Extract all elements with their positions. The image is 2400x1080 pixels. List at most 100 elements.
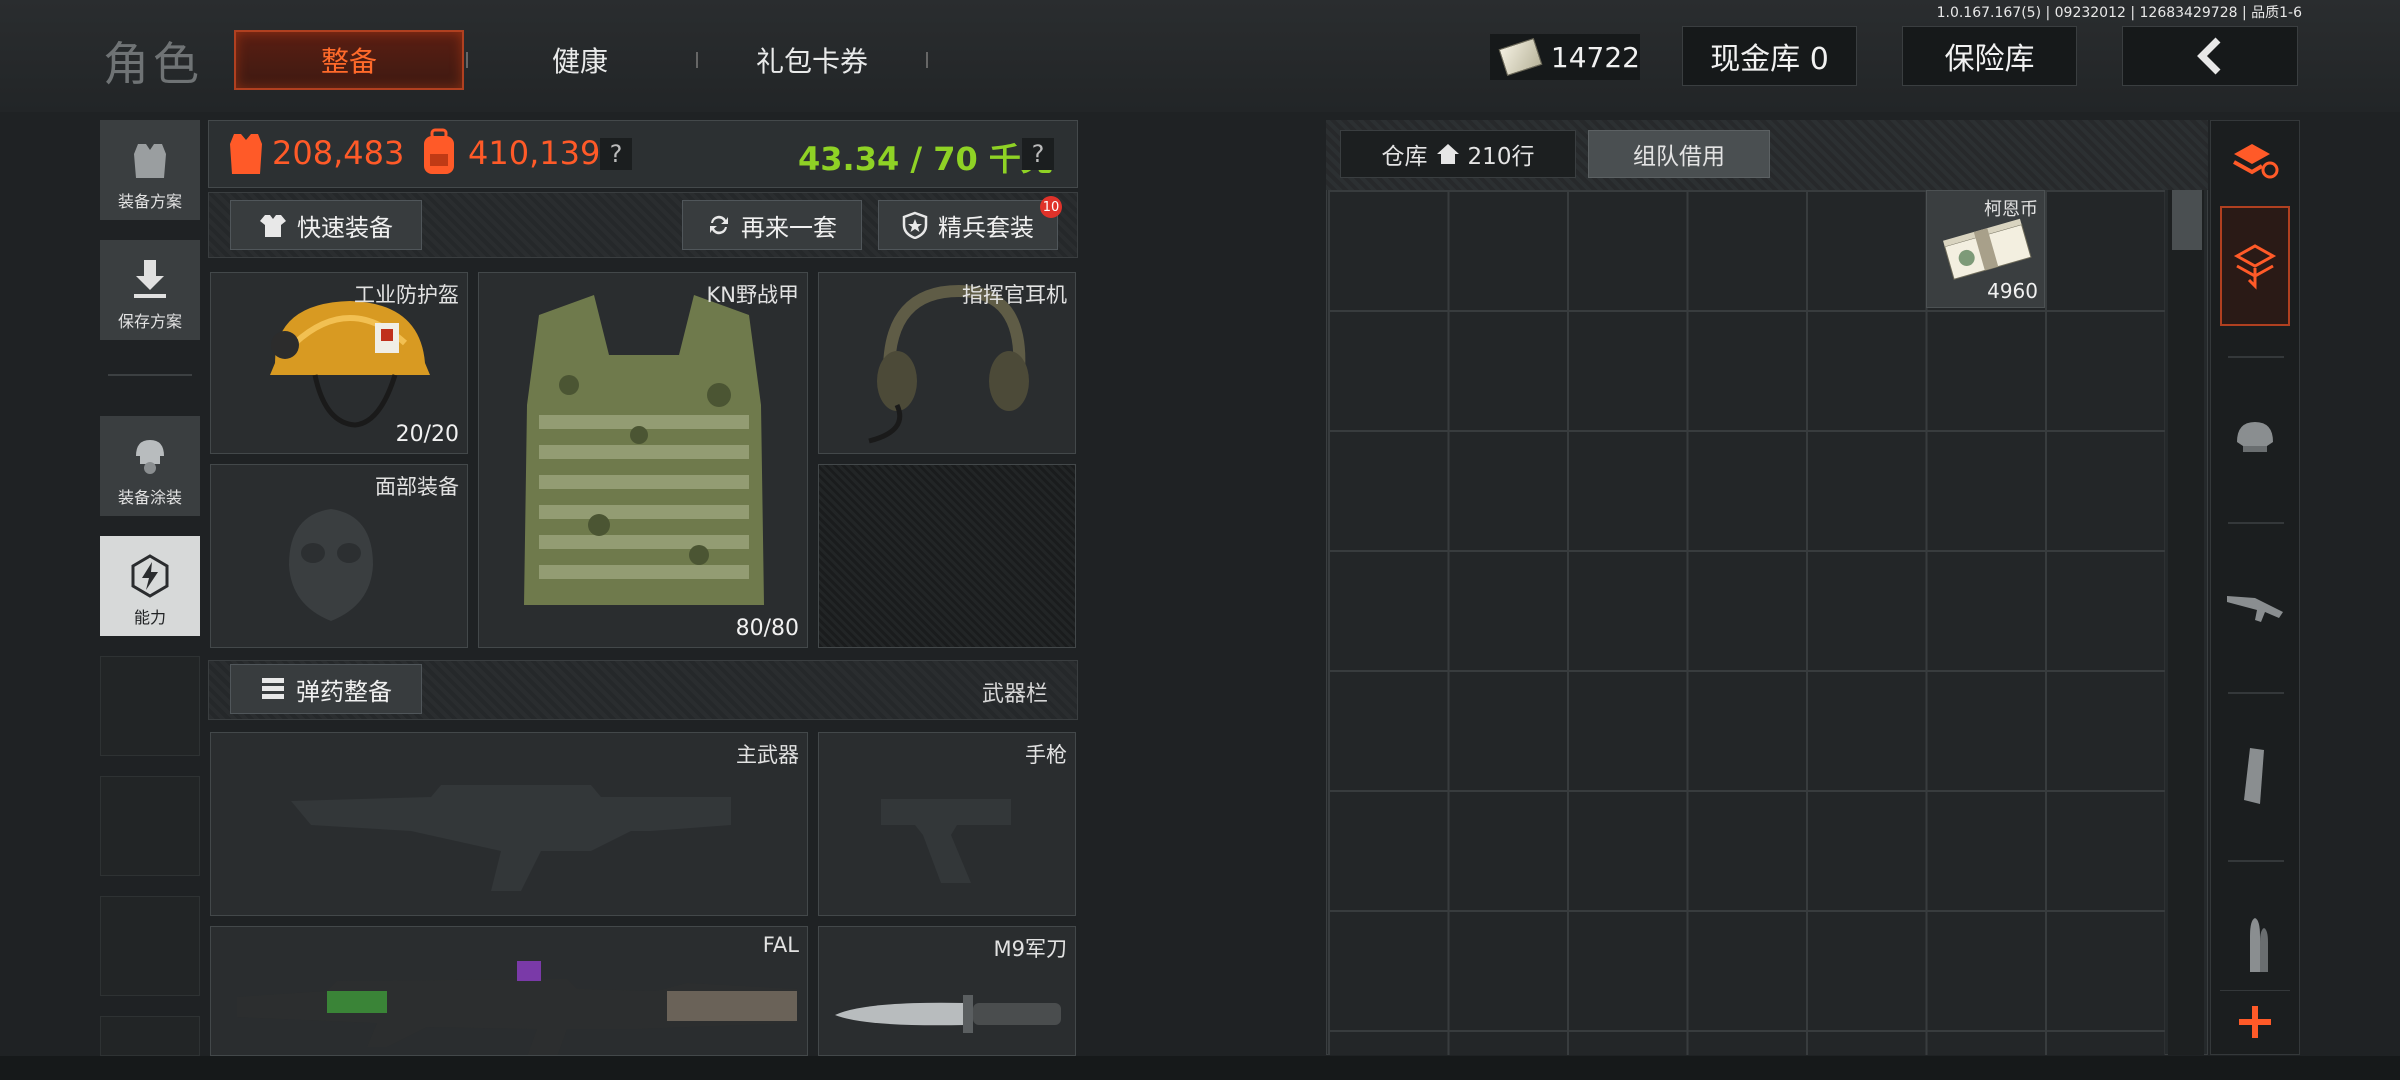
- ammo-equip-label: 弹药整备: [296, 677, 392, 706]
- fal-rifle-image: [237, 961, 797, 1055]
- tab-gift-cards[interactable]: 礼包卡券: [712, 30, 912, 90]
- refresh-icon: [710, 215, 728, 235]
- pistol-slot[interactable]: 手枪: [818, 732, 1076, 916]
- helmet-skin-icon: [136, 440, 164, 474]
- armor-icon: [230, 134, 262, 174]
- rifle-filter-button[interactable]: [2220, 548, 2290, 668]
- help-mark: ?: [609, 140, 623, 168]
- quick-equip-button[interactable]: 快速装备: [230, 200, 422, 250]
- stats-help-button[interactable]: ?: [600, 138, 632, 170]
- shield-icon: [902, 211, 928, 239]
- weapon-bar-title: 武器栏: [982, 682, 1049, 707]
- side-loadout-plans[interactable]: 装备方案: [100, 120, 200, 220]
- money-icon: [1498, 37, 1543, 77]
- another-set-label: 再来一套: [741, 213, 837, 242]
- back-button[interactable]: [2122, 26, 2298, 86]
- elite-set-badge: 10: [1040, 196, 1062, 218]
- rail-divider: [2228, 522, 2284, 524]
- helmet-filter-icon: [2237, 422, 2273, 452]
- secondary-weapon-slot[interactable]: FAL: [210, 926, 808, 1056]
- loadout-refresh-icon: [2233, 144, 2279, 179]
- helmet-slot[interactable]: 工业防护盔 20/20: [210, 272, 468, 454]
- backpack-icon: [424, 128, 454, 174]
- tab-separator: [466, 52, 468, 68]
- warehouse-scroll-thumb[interactable]: [2172, 190, 2202, 250]
- side-empty-slot: [100, 1016, 200, 1056]
- m9-bayonet-image: [835, 995, 1061, 1033]
- stash-layer-button[interactable]: [2220, 206, 2290, 326]
- side-empty-slot: [100, 656, 200, 756]
- helmet-durability: 20/20: [395, 422, 459, 447]
- warehouse-item-coin[interactable]: 柯恩币 4960: [1926, 190, 2045, 308]
- tab-warehouse[interactable]: 仓库 210行: [1340, 130, 1576, 178]
- rifle-filter-icon: [2227, 596, 2283, 622]
- rail-divider: [2228, 692, 2284, 694]
- headset-slot[interactable]: 指挥官耳机: [818, 272, 1076, 454]
- loadout-refresh-button[interactable]: [2220, 120, 2290, 200]
- quick-equip-label: 快速装备: [297, 213, 393, 242]
- tab-team-borrow[interactable]: 组队借用: [1588, 130, 1770, 178]
- weight-help-button[interactable]: ?: [1022, 138, 1054, 170]
- elite-set-label: 精兵套装: [938, 213, 1034, 242]
- tab-separator: [696, 52, 698, 68]
- cash-vault-label: 现金库 0: [1710, 42, 1829, 77]
- currency-display: 14722: [1490, 34, 1640, 80]
- helmet-name: 工业防护盔: [354, 283, 459, 307]
- side-save-plan[interactable]: 保存方案: [100, 240, 200, 340]
- empty-gear-slot[interactable]: [818, 464, 1076, 648]
- vest-icon: [134, 144, 166, 178]
- side-label: 装备涂装: [117, 488, 182, 507]
- warehouse-scrollbar[interactable]: [2168, 190, 2204, 1055]
- ammo-filter-button[interactable]: [2220, 886, 2290, 1006]
- insurance-label: 保险库: [1944, 42, 2035, 77]
- helmet-filter-button[interactable]: [2220, 378, 2290, 498]
- secondary-weapon-name: FAL: [762, 933, 799, 957]
- primary-weapon-slot[interactable]: 主武器: [210, 732, 808, 916]
- gas-mask-icon: [289, 509, 373, 621]
- side-empty-slot: [100, 896, 200, 996]
- magazine-filter-button[interactable]: [2220, 716, 2290, 836]
- vest-slot[interactable]: KN野战甲 80/80: [478, 272, 808, 648]
- rifle-silhouette-icon: [291, 785, 731, 891]
- cash-bundle-image: [1943, 218, 2032, 280]
- chevron-left-icon: [2197, 37, 2221, 75]
- pistol-silhouette-icon: [881, 799, 1011, 883]
- armor-value: 208,483: [272, 134, 405, 172]
- add-button[interactable]: [2220, 990, 2290, 1052]
- tab-health[interactable]: 健康: [480, 30, 680, 90]
- tab-separator: [926, 52, 928, 68]
- build-info: 1.0.167.167(5) | 09232012 | 12683429728 …: [1936, 5, 2302, 21]
- help-mark: ?: [1031, 140, 1045, 168]
- side-gear-skins[interactable]: 装备涂装: [100, 416, 200, 516]
- shirt-icon: [260, 215, 286, 237]
- item-count: 4960: [1987, 279, 2038, 303]
- insurance-button[interactable]: 保险库: [1902, 26, 2077, 86]
- warehouse-grid[interactable]: [1328, 190, 2165, 1055]
- warehouse-label: 仓库: [1381, 144, 1428, 170]
- weight-text: 43.34 / 70 千克: [798, 140, 1053, 178]
- side-label: 能力: [133, 608, 166, 627]
- section-title: 角色: [103, 37, 203, 91]
- melee-name: M9军刀: [993, 937, 1067, 961]
- ammo-equip-button[interactable]: 弹药整备: [230, 664, 422, 714]
- face-slot[interactable]: 面部装备: [210, 464, 468, 648]
- magazine-filter-icon: [2244, 748, 2264, 804]
- rail-divider: [2228, 860, 2284, 862]
- cash-vault-button[interactable]: 现金库 0: [1682, 26, 1857, 86]
- backpack-value: 410,139: [468, 134, 601, 172]
- ability-icon: [131, 554, 169, 598]
- another-set-button[interactable]: 再来一套: [682, 200, 862, 250]
- melee-slot[interactable]: M9军刀: [818, 926, 1076, 1056]
- ammo-filter-icon: [2250, 918, 2268, 972]
- elite-set-button[interactable]: 精兵套装: [878, 200, 1058, 250]
- side-label: 保存方案: [117, 312, 182, 331]
- side-ability[interactable]: 能力: [100, 536, 200, 636]
- home-icon: [1436, 144, 1459, 164]
- vest-durability: 80/80: [735, 616, 799, 641]
- bottom-strip: [0, 1056, 2400, 1080]
- side-label: 装备方案: [117, 192, 182, 211]
- tab-equip[interactable]: 整备: [234, 30, 464, 90]
- side-divider: [108, 374, 192, 376]
- warehouse-rows: 210行: [1467, 144, 1535, 170]
- tab-health-label: 健康: [551, 45, 608, 78]
